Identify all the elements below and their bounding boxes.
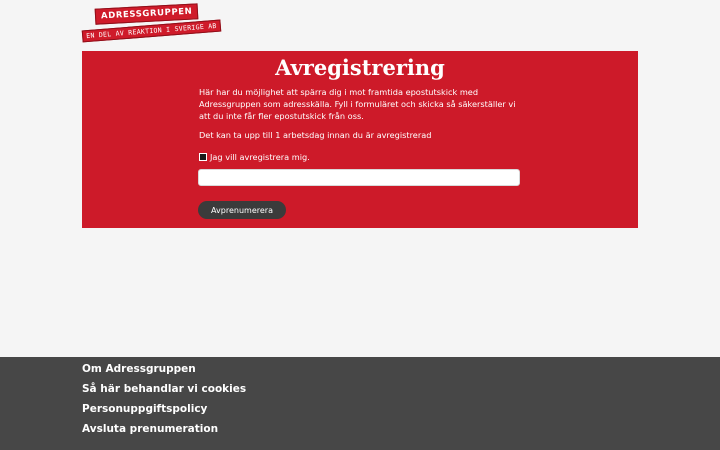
page-title: Avregistrering	[275, 55, 445, 80]
adressgruppen-logo[interactable]: ADRESSGRUPPEN EN DEL AV REAKTION I SVERI…	[81, 3, 238, 47]
footer: Om Adressgruppen Så här behandlar vi coo…	[0, 357, 720, 450]
intro-text: Här har du möjlighet att spärra dig i mo…	[199, 87, 516, 121]
unsubscribe-checkbox-row[interactable]: Jag vill avregistrera mig.	[199, 151, 310, 163]
unsubscribe-checkbox-label: Jag vill avregistrera mig.	[210, 152, 310, 162]
footer-link-about[interactable]: Om Adressgruppen	[82, 363, 196, 375]
footer-link-cookies[interactable]: Så här behandlar vi cookies	[82, 383, 246, 395]
processing-time-text: Det kan ta upp till 1 arbetsdag innan du…	[199, 130, 432, 140]
unsubscribe-panel: Avregistrering Här har du möjlighet att …	[82, 51, 638, 228]
unsubscribe-button[interactable]: Avprenumerera	[198, 201, 286, 219]
footer-link-unsubscribe[interactable]: Avsluta prenumeration	[82, 423, 218, 435]
email-field[interactable]	[198, 169, 520, 186]
unsubscribe-checkbox[interactable]	[199, 153, 207, 161]
footer-link-privacy-policy[interactable]: Personuppgiftspolicy	[82, 403, 207, 415]
